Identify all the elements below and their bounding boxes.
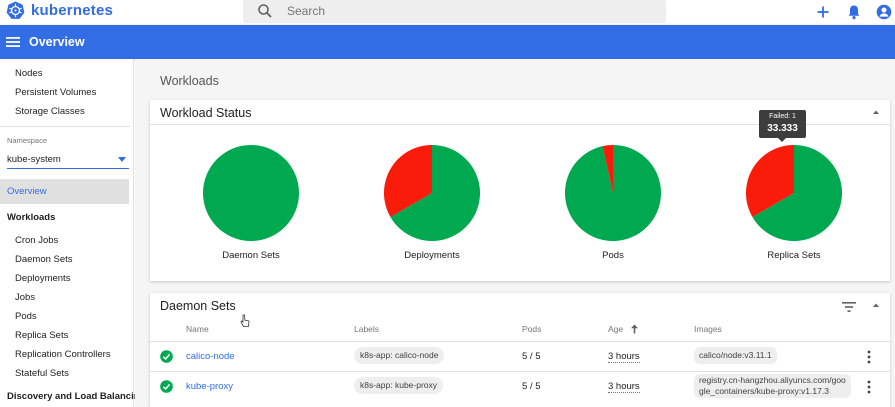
tooltip-value: 33.333 bbox=[767, 123, 798, 134]
table-row: calico-node k8s-app: calico-node 5 / 5 3… bbox=[150, 342, 890, 371]
sort-ascending-arrow-icon[interactable] bbox=[630, 324, 639, 334]
pie-chart-deployments[interactable] bbox=[383, 144, 481, 242]
card-title: Workload Status bbox=[160, 106, 252, 120]
sidebar-item-storage-classes[interactable]: Storage Classes bbox=[15, 106, 85, 117]
sidebar-item-nodes[interactable]: Nodes bbox=[15, 68, 42, 79]
sidebar-item-jobs[interactable]: Jobs bbox=[15, 292, 35, 303]
chart-label: Deployments bbox=[404, 250, 460, 261]
search-icon bbox=[258, 4, 272, 18]
sidebar-item-daemon-sets[interactable]: Daemon Sets bbox=[15, 254, 73, 265]
image-chip: calico/node:v3.11.1 bbox=[694, 347, 777, 364]
daemon-set-name-link[interactable]: calico-node bbox=[186, 351, 235, 362]
column-header-age[interactable]: Age bbox=[608, 324, 623, 334]
divider bbox=[0, 126, 130, 127]
brand[interactable]: kubernetes bbox=[6, 1, 113, 20]
sidebar-item-replication-controllers[interactable]: Replication Controllers bbox=[15, 349, 111, 360]
more-vert-icon[interactable] bbox=[866, 380, 872, 394]
column-header-name[interactable]: Name bbox=[186, 324, 209, 334]
age-value: 3 hours bbox=[608, 381, 640, 393]
pie-chart-daemon-sets[interactable] bbox=[202, 144, 300, 242]
workload-status-card: Workload Status Daemon Sets Deployments … bbox=[150, 100, 890, 281]
daemon-sets-card: Daemon Sets Name Labels Pods Age Images … bbox=[150, 293, 890, 407]
page-toolbar: Overview bbox=[0, 25, 895, 59]
age-value: 3 hours bbox=[608, 351, 640, 363]
image-chip: registry.cn-hangzhou.aliyuncs.com/goo gl… bbox=[694, 374, 851, 398]
namespace-select[interactable]: kube-system bbox=[7, 152, 129, 169]
label-chip: k8s-app: calico-node bbox=[354, 347, 445, 364]
search-bar[interactable] bbox=[243, 0, 666, 23]
image-name-line: gle_containers/kube-proxy:v1.17.3 bbox=[699, 386, 829, 396]
sidebar-section-workloads[interactable]: Workloads bbox=[7, 212, 55, 223]
pie-chart-pods[interactable] bbox=[564, 144, 662, 242]
notifications-bell-icon[interactable] bbox=[846, 4, 862, 20]
namespace-label: Namespace bbox=[7, 136, 48, 145]
page-title: Overview bbox=[29, 35, 85, 49]
pods-count: 5 / 5 bbox=[522, 381, 541, 392]
account-avatar-icon[interactable] bbox=[876, 4, 892, 20]
more-vert-icon[interactable] bbox=[866, 350, 872, 364]
image-name: calico/node:v3.11.1 bbox=[699, 350, 772, 360]
sidebar: Nodes Persistent Volumes Storage Classes… bbox=[0, 59, 145, 407]
section-heading: Workloads bbox=[160, 74, 219, 88]
sidebar-item-replica-sets[interactable]: Replica Sets bbox=[15, 330, 68, 341]
sidebar-section-discovery[interactable]: Discovery and Load Balancing bbox=[7, 391, 145, 402]
image-name-line: registry.cn-hangzhou.aliyuncs.com/goo bbox=[699, 375, 846, 385]
top-bar: kubernetes bbox=[0, 0, 895, 25]
check-circle-icon bbox=[160, 380, 173, 393]
collapse-chevron-icon[interactable] bbox=[870, 106, 882, 118]
sidebar-item-overview[interactable]: Overview bbox=[0, 179, 129, 204]
sidebar-item-stateful-sets[interactable]: Stateful Sets bbox=[15, 368, 69, 379]
pods-count: 5 / 5 bbox=[522, 351, 541, 362]
chart-tooltip: Failed: 1 33.333 bbox=[759, 110, 806, 138]
pie-chart-replica-sets[interactable] bbox=[745, 144, 843, 242]
main-content: Workloads Workload Status Daemon Sets De… bbox=[135, 59, 895, 407]
label-chip: k8s-app: kube-proxy bbox=[354, 377, 444, 394]
chart: Pods bbox=[542, 144, 682, 274]
hamburger-menu-icon[interactable] bbox=[6, 35, 20, 49]
add-icon[interactable] bbox=[815, 4, 831, 20]
sidebar-item-pods[interactable]: Pods bbox=[15, 311, 37, 322]
collapse-chevron-icon[interactable] bbox=[870, 299, 882, 311]
sidebar-item-label: Overview bbox=[7, 186, 47, 197]
brand-name: kubernetes bbox=[31, 2, 114, 19]
card-title: Daemon Sets bbox=[160, 299, 236, 313]
chart: Replica Sets bbox=[723, 144, 863, 274]
dropdown-caret-icon bbox=[118, 157, 126, 162]
sidebar-item-persistent-volumes[interactable]: Persistent Volumes bbox=[15, 87, 96, 98]
chart-label: Daemon Sets bbox=[222, 250, 280, 261]
filter-icon[interactable] bbox=[842, 301, 856, 313]
mouse-pointer-hand-icon bbox=[240, 314, 250, 327]
search-input[interactable] bbox=[287, 2, 647, 20]
tooltip-arrow bbox=[778, 138, 786, 142]
sidebar-item-deployments[interactable]: Deployments bbox=[15, 273, 70, 284]
check-circle-icon bbox=[160, 350, 173, 363]
column-header-images: Images bbox=[694, 324, 722, 334]
column-header-labels: Labels bbox=[354, 324, 380, 334]
chart-label: Replica Sets bbox=[767, 250, 821, 261]
chart: Daemon Sets bbox=[180, 144, 320, 274]
namespace-value: kube-system bbox=[7, 154, 61, 165]
table-row: kube-proxy k8s-app: kube-proxy 5 / 5 3 h… bbox=[150, 372, 890, 401]
daemon-set-name-link[interactable]: kube-proxy bbox=[186, 381, 233, 392]
tooltip-label: Failed: 1 bbox=[769, 113, 796, 120]
pie-slice-running[interactable] bbox=[202, 144, 300, 242]
chart-label: Pods bbox=[602, 250, 624, 261]
kubernetes-logo-icon bbox=[6, 1, 25, 19]
chart: Deployments bbox=[361, 144, 501, 274]
sidebar-item-cron-jobs[interactable]: Cron Jobs bbox=[15, 235, 58, 246]
column-header-pods: Pods bbox=[522, 324, 542, 334]
